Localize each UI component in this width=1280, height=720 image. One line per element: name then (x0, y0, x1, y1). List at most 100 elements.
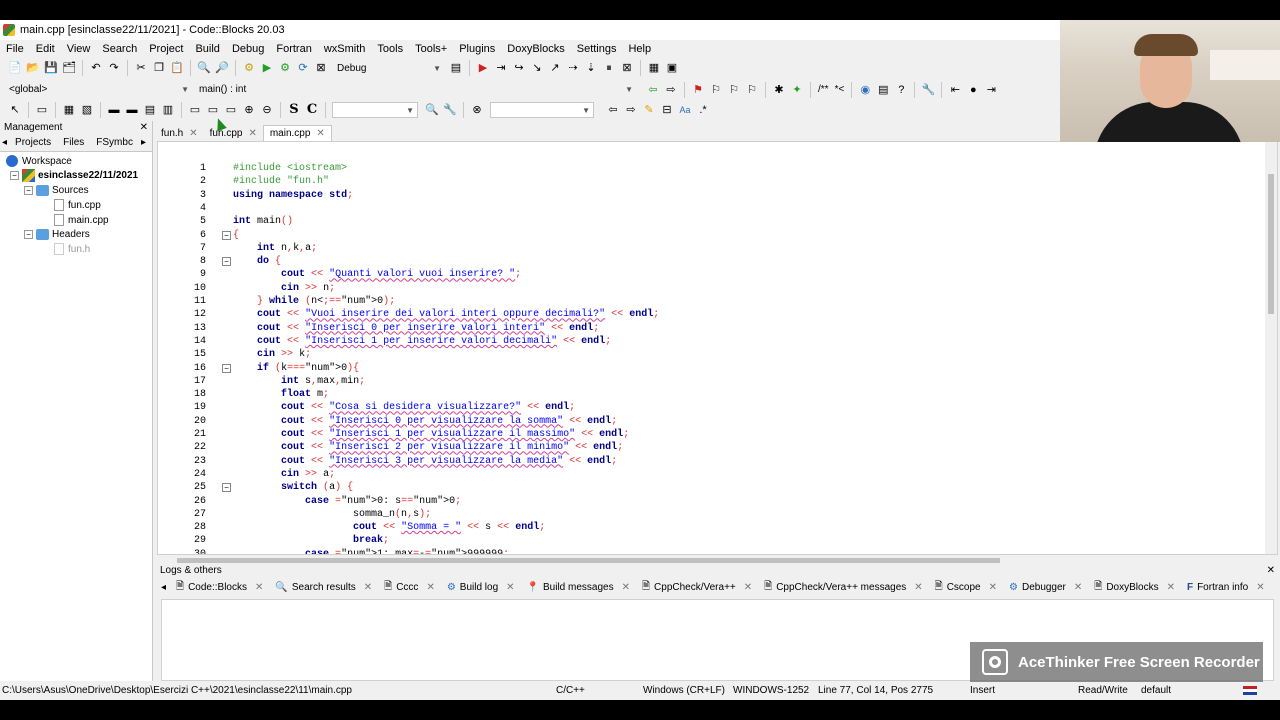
menu-tools-plus[interactable]: Tools+ (409, 43, 453, 55)
debug-windows-icon[interactable]: ▦ (646, 60, 662, 76)
tab-fortran-info[interactable]: F Fortran info ✕ (1181, 582, 1271, 593)
collapse-icon[interactable]: − (24, 229, 33, 239)
build-options-icon[interactable]: ▤ (448, 60, 464, 76)
thread-options-icon[interactable]: 🔧 (442, 102, 458, 118)
close-icon[interactable]: ✕ (744, 582, 752, 593)
doxy-chm-icon[interactable]: ▤ (875, 82, 891, 98)
scope-select[interactable]: <global> ▼ (6, 82, 192, 98)
highlight-icon[interactable]: ✱ (771, 82, 787, 98)
build-target-select[interactable]: Debug ▼ (334, 60, 444, 76)
match-case-icon[interactable]: Aa (677, 102, 693, 118)
tree-file[interactable]: main.cpp (54, 213, 109, 227)
undo-icon[interactable]: ↶ (88, 60, 104, 76)
abort-icon[interactable]: ⊠ (313, 60, 329, 76)
fold-marker-icon[interactable]: − (222, 230, 231, 240)
close-icon[interactable]: ✕ (914, 582, 922, 593)
selected-text-icon[interactable]: ⊟ (659, 102, 675, 118)
step-instruction-icon[interactable]: ⇣ (583, 60, 599, 76)
replace-icon[interactable]: 🔎 (214, 60, 230, 76)
code-line[interactable]: cin >> a; (233, 468, 335, 481)
code-line[interactable]: using namespace std; (233, 189, 353, 202)
code-line[interactable]: cout << "Inserisci 1 per inserire valori… (233, 335, 611, 348)
collapse-icon[interactable]: − (10, 170, 19, 180)
next-instruction-icon[interactable]: ⇢ (565, 60, 581, 76)
code-line[interactable]: int s,max,min; (233, 375, 365, 388)
tab-cscope[interactable]: 🗎 Cscope ✕ (929, 579, 1003, 596)
pause-icon[interactable]: ⏸ (601, 60, 617, 76)
thread-search-icon[interactable]: 🔍 (424, 102, 440, 118)
tree-headers[interactable]: − Headers (24, 227, 90, 241)
code-line[interactable]: cout << "Cosa si desidera visualizzare?"… (233, 401, 575, 414)
collapse-icon[interactable]: − (24, 185, 33, 195)
scrollbar-thumb[interactable] (1268, 174, 1274, 314)
menu-view[interactable]: View (61, 43, 97, 55)
jump-back-icon[interactable]: ⇦ (645, 82, 661, 98)
step-out-icon[interactable]: ↗ (547, 60, 563, 76)
code-line[interactable]: somma_n(n,s); (233, 508, 431, 521)
save-icon[interactable]: 💾 (43, 60, 59, 76)
rebuild-icon[interactable]: ⟳ (295, 60, 311, 76)
close-icon[interactable]: ✕ (1167, 582, 1175, 593)
build-run-icon[interactable]: ⚙ (277, 60, 293, 76)
tab-projects[interactable]: Projects (9, 137, 57, 148)
code-line[interactable]: cout << "Inserisci 0 per inserire valori… (233, 322, 599, 335)
code-line[interactable]: float m; (233, 388, 329, 401)
search-next-icon[interactable]: ⇨ (623, 102, 639, 118)
shape2-icon[interactable]: ▭ (205, 102, 221, 118)
close-icon[interactable]: ✕ (1267, 565, 1275, 576)
menu-doxyblocks[interactable]: DoxyBlocks (501, 43, 570, 55)
copy-icon[interactable]: ❐ (151, 60, 167, 76)
code-line[interactable]: cout << "Vuoi inserire dei valori interi… (233, 308, 659, 321)
scroll-right-icon[interactable]: ▸ (139, 137, 148, 148)
close-icon[interactable]: ✕ (140, 122, 148, 133)
highlight-pen-icon[interactable]: ✎ (641, 102, 657, 118)
stop-debug-icon[interactable]: ⊠ (619, 60, 635, 76)
stop-icon[interactable]: ⊗ (469, 102, 485, 118)
tab-build-messages[interactable]: 📍 Build messages ✕ (521, 582, 636, 593)
menu-help[interactable]: Help (622, 43, 657, 55)
code-line[interactable]: do { (233, 255, 281, 268)
code-line[interactable]: cout << "Quanti valori vuoi inserire? "; (233, 268, 521, 281)
code-line[interactable]: cout << "Somma = " << s << endl; (233, 521, 545, 534)
bookmark-toggle-icon[interactable]: ⚑ (690, 82, 706, 98)
tab-codeblocks-log[interactable]: 🗎 Code::Blocks ✕ (170, 579, 269, 596)
menu-plugins[interactable]: Plugins (453, 43, 501, 55)
scroll-left-icon[interactable]: ◂ (0, 137, 9, 148)
fold-marker-icon[interactable]: − (222, 483, 231, 493)
tab-cppcheck[interactable]: 🗎 CppCheck/Vera++ ✕ (636, 579, 758, 596)
zoom-in-icon[interactable]: ⊕ (241, 102, 257, 118)
first-icon[interactable]: ⇤ (947, 82, 963, 98)
tab-fun-cpp[interactable]: fun.cpp ✕ (204, 126, 263, 141)
code-line[interactable]: int n,k,a; (233, 242, 317, 255)
fold-marker-icon[interactable]: − (222, 257, 231, 267)
rectangle-icon[interactable]: ▭ (34, 102, 50, 118)
cut-icon[interactable]: ✂ (133, 60, 149, 76)
new-file-icon[interactable]: 📄 (7, 60, 23, 76)
tab-files[interactable]: Files (57, 137, 90, 148)
code-line[interactable]: #include "fun.h" (233, 175, 329, 188)
shape1-icon[interactable]: ▭ (187, 102, 203, 118)
code-line[interactable]: break; (233, 534, 389, 547)
bookmark-prev-icon[interactable]: ⚐ (708, 82, 724, 98)
menu-search[interactable]: Search (96, 43, 143, 55)
menu-build[interactable]: Build (189, 43, 225, 55)
pointer-icon[interactable]: ↖ (7, 102, 23, 118)
tab-fsymbols[interactable]: FSymbc (90, 137, 139, 148)
scroll-left-icon[interactable]: ◂ (157, 582, 170, 593)
code-line[interactable]: if (k==="num">0){ (233, 362, 359, 375)
fold-marker-icon[interactable]: − (222, 363, 231, 373)
code-line[interactable]: { (233, 229, 239, 242)
tab-cccc[interactable]: 🗎 Cccc ✕ (378, 579, 441, 596)
menu-file[interactable]: File (0, 43, 30, 55)
tab-cppcheck-messages[interactable]: 🗎 CppCheck/Vera++ messages ✕ (758, 579, 929, 596)
search-prev-icon[interactable]: ⇦ (605, 102, 621, 118)
run-icon[interactable]: ▶ (259, 60, 275, 76)
code-line[interactable]: int main() (233, 215, 293, 228)
help-icon[interactable]: ? (893, 82, 909, 98)
code-line[interactable]: #include <iostream> (233, 162, 347, 175)
tree-workspace[interactable]: Workspace (6, 154, 72, 168)
close-icon[interactable]: ✕ (1256, 582, 1264, 593)
dot-icon[interactable]: ● (965, 82, 981, 98)
menu-edit[interactable]: Edit (30, 43, 61, 55)
s-button[interactable]: S (286, 102, 302, 118)
